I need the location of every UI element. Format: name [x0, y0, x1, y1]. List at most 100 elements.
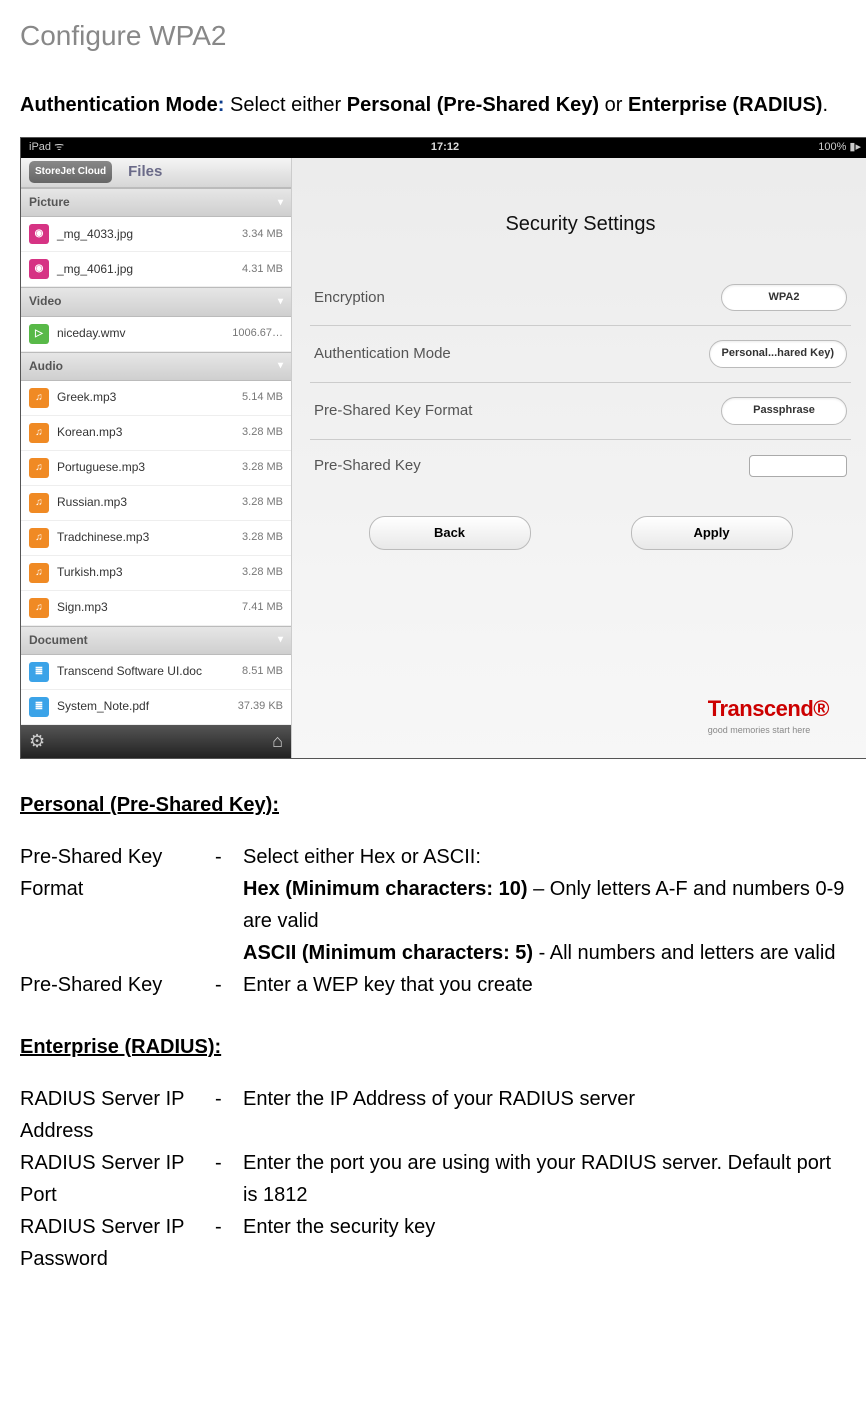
file-size: 37.39 KB — [238, 698, 283, 716]
file-row[interactable]: ▷ niceday.wmv1006.67… — [21, 317, 291, 352]
sidebar: StoreJet Cloud Files Picture▾ ◉ _mg_4033.j… — [21, 158, 292, 758]
settings-list: Encryption WPA2 Authentication Mode Pers… — [310, 270, 851, 492]
file-name: Transcend Software UI.doc — [57, 662, 242, 681]
file-row[interactable]: ◉_mg_4061.jpg4.31 MB — [21, 252, 291, 287]
setting-psk-format: Pre-Shared Key Format Passphrase — [310, 383, 851, 440]
desc: Enter a WEP key that you create — [243, 969, 846, 1001]
file-name: Tradchinese.mp3 — [57, 528, 242, 547]
desc: Select either Hex or ASCII: Hex (Minimum… — [243, 841, 846, 969]
setting-label: Pre-Shared Key Format — [314, 399, 472, 423]
file-size: 3.34 MB — [242, 226, 283, 244]
intro-label: Authentication Mode — [20, 94, 218, 116]
file-size: 7.41 MB — [242, 599, 283, 617]
back-button[interactable]: Back — [369, 516, 531, 551]
term: RADIUS Server IP Port — [20, 1147, 215, 1211]
file-name: Portuguese.mp3 — [57, 458, 242, 477]
section-header-audio[interactable]: Audio▾ — [21, 352, 291, 381]
intro-mid: Select either — [224, 94, 346, 116]
term: Pre-Shared Key — [20, 969, 215, 1001]
content-title: Security Settings — [292, 208, 866, 240]
intro-end: . — [822, 94, 828, 116]
enterprise-port-row: RADIUS Server IP Port - Enter the port y… — [20, 1147, 846, 1211]
section-header-document[interactable]: Document▾ — [21, 626, 291, 655]
file-icon: ♫ — [29, 493, 49, 513]
files-tab[interactable]: Files — [128, 160, 162, 184]
file-name: Sign.mp3 — [57, 598, 242, 617]
dash: - — [215, 969, 243, 1001]
file-row[interactable]: ♫Greek.mp35.14 MB — [21, 381, 291, 416]
file-name: System_Note.pdf — [57, 697, 238, 716]
psk-format-select[interactable]: Passphrase — [721, 397, 847, 425]
auth-mode-select[interactable]: Personal...hared Key) — [709, 340, 848, 368]
personal-psk-format-row: Pre-Shared Key Format - Select either He… — [20, 841, 846, 969]
status-time: 17:12 — [21, 139, 866, 157]
file-name: _mg_4061.jpg — [57, 260, 242, 279]
desc: Enter the IP Address of your RADIUS serv… — [243, 1083, 846, 1115]
setting-auth-mode: Authentication Mode Personal...hared Key… — [310, 326, 851, 383]
status-bar: iPad ᯤ 17:12 100% ▮▸ — [21, 138, 866, 158]
file-size: 3.28 MB — [242, 459, 283, 477]
psk-input[interactable] — [749, 455, 847, 477]
setting-label: Pre-Shared Key — [314, 454, 421, 478]
brand-slogan: good memories start here — [708, 723, 829, 737]
dash: - — [215, 841, 243, 873]
file-row[interactable]: ♫ Tradchinese.mp33.28 MB — [21, 521, 291, 556]
file-icon: ◉ — [29, 224, 49, 244]
file-name: Korean.mp3 — [57, 423, 242, 442]
content-pane: Security Settings Encryption WPA2 Authen… — [292, 158, 866, 758]
section-header-video[interactable]: Video▾ — [21, 287, 291, 316]
intro-option-enterprise: Enterprise (RADIUS) — [628, 94, 822, 116]
file-icon: ♫ — [29, 598, 49, 618]
file-row[interactable]: ◉ _mg_4033.jpg3.34 MB — [21, 217, 291, 252]
setting-label: Authentication Mode — [314, 342, 451, 366]
setting-label: Encryption — [314, 286, 385, 310]
page-title: Configure WPA2 — [20, 14, 846, 59]
gear-icon[interactable]: ⚙ — [29, 727, 45, 756]
app-name-pill[interactable]: StoreJet Cloud — [29, 161, 112, 183]
term: RADIUS Server IP Address — [20, 1083, 215, 1147]
file-icon: ♫ — [29, 458, 49, 478]
file-size: 3.28 MB — [242, 529, 283, 547]
file-row[interactable]: ♫ Sign.mp37.41 MB — [21, 591, 291, 626]
file-size: 3.28 MB — [242, 424, 283, 442]
intro-option-personal: Personal (Pre-Shared Key) — [347, 94, 599, 116]
apply-button[interactable]: Apply — [631, 516, 793, 551]
sidebar-header: StoreJet Cloud Files — [21, 158, 291, 188]
file-row[interactable]: ♫ Korean.mp33.28 MB — [21, 416, 291, 451]
file-size: 3.28 MB — [242, 494, 283, 512]
term: RADIUS Server IP Password — [20, 1211, 215, 1275]
personal-psk-row: Pre-Shared Key - Enter a WEP key that yo… — [20, 969, 846, 1001]
file-icon: ≣ — [29, 662, 49, 682]
file-row[interactable]: ≣ System_Note.pdf37.39 KB — [21, 690, 291, 725]
file-row[interactable]: ≣Transcend Software UI.doc8.51 MB — [21, 655, 291, 690]
file-row[interactable]: ♫ Russian.mp33.28 MB — [21, 486, 291, 521]
desc: Enter the port you are using with your R… — [243, 1147, 846, 1211]
action-row: Back Apply — [292, 516, 866, 551]
file-icon: ♫ — [29, 423, 49, 443]
dash: - — [215, 1147, 243, 1179]
intro-or: or — [599, 94, 628, 116]
encryption-select[interactable]: WPA2 — [721, 284, 847, 312]
file-icon: ≣ — [29, 697, 49, 717]
file-name: Russian.mp3 — [57, 493, 242, 512]
enterprise-ip-row: RADIUS Server IP Address - Enter the IP … — [20, 1083, 846, 1147]
personal-heading: Personal (Pre-Shared Key): — [20, 789, 846, 821]
file-name: niceday.wmv — [57, 324, 232, 343]
file-row[interactable]: ♫ Portuguese.mp33.28 MB — [21, 451, 291, 486]
device-icon[interactable]: ⌂ — [272, 727, 283, 756]
file-size: 1006.67… — [232, 325, 283, 343]
dash: - — [215, 1211, 243, 1243]
file-icon: ▷ — [29, 324, 49, 344]
file-name: _mg_4033.jpg — [57, 225, 242, 244]
file-icon: ♫ — [29, 528, 49, 548]
ipad-screenshot: iPad ᯤ 17:12 100% ▮▸ StoreJet Cloud File… — [20, 137, 866, 759]
file-row[interactable]: ♫Turkish.mp33.28 MB — [21, 556, 291, 591]
brand-logo: Transcend® good memories start here — [708, 691, 829, 738]
file-size: 4.31 MB — [242, 261, 283, 279]
file-name: Turkish.mp3 — [57, 563, 242, 582]
file-icon: ♫ — [29, 563, 49, 583]
intro-paragraph: Authentication Mode: Select either Perso… — [20, 89, 846, 121]
file-size: 5.14 MB — [242, 389, 283, 407]
setting-psk: Pre-Shared Key — [310, 440, 851, 492]
section-header-picture[interactable]: Picture▾ — [21, 188, 291, 217]
